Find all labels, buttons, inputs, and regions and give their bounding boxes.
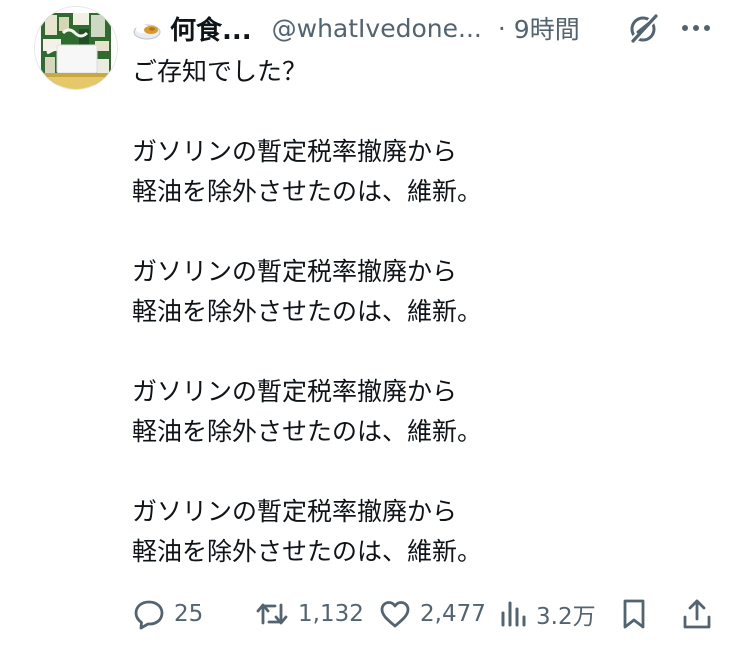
- heart-icon: [378, 597, 412, 631]
- share-button[interactable]: [680, 592, 714, 636]
- reply-button[interactable]: 25: [132, 592, 203, 636]
- tweet-paragraph: ご存知でした？: [132, 57, 308, 86]
- tweet-paragraph: ガソリンの暫定税率撤廃から 軽油を除外させたのは、維新。: [132, 497, 483, 566]
- repost-button[interactable]: 1,132: [254, 592, 364, 636]
- like-button[interactable]: 2,477: [378, 592, 486, 636]
- repost-icon: [254, 597, 290, 631]
- tweet-actions: 25 1,132 2,477 3.2万: [0, 592, 750, 636]
- grok-icon[interactable]: [626, 10, 662, 46]
- tweet-paragraph: ガソリンの暫定税率撤廃から 軽油を除外させたのは、維新。: [132, 137, 483, 206]
- bookmark-button[interactable]: [619, 592, 649, 636]
- bookmark-icon: [619, 597, 649, 631]
- curry-rice-emoji-icon: [132, 13, 162, 43]
- author-handle[interactable]: @whatIvedone...: [272, 14, 482, 43]
- tweet-paragraph: ガソリンの暫定税率撤廃から 軽油を除外させたのは、維新。: [132, 377, 483, 446]
- tweet-timestamp[interactable]: 9時間: [514, 10, 580, 46]
- tweet-header: 何食... @whatIvedone... · 9時間: [132, 8, 580, 48]
- repost-count: 1,132: [298, 601, 364, 627]
- tweet-paragraph: ガソリンの暫定税率撤廃から 軽油を除外させたのは、維新。: [132, 257, 483, 326]
- reply-icon: [132, 597, 166, 631]
- avatar[interactable]: [34, 6, 118, 90]
- more-icon[interactable]: [678, 16, 714, 40]
- author-display-name[interactable]: 何食...: [170, 10, 252, 47]
- reply-count: 25: [174, 601, 204, 627]
- separator-dot: ·: [497, 13, 506, 43]
- views-count: 3.2万: [536, 604, 596, 630]
- like-count: 2,477: [420, 601, 486, 627]
- tweet-text: ご存知でした？ ガソリンの暫定税率撤廃から 軽油を除外させたのは、維新。 ガソリ…: [132, 52, 722, 572]
- cup-noodle-avatar-image: [35, 7, 117, 89]
- share-icon: [680, 597, 714, 631]
- views-button[interactable]: 3.2万: [498, 592, 596, 636]
- views-icon: [498, 597, 528, 631]
